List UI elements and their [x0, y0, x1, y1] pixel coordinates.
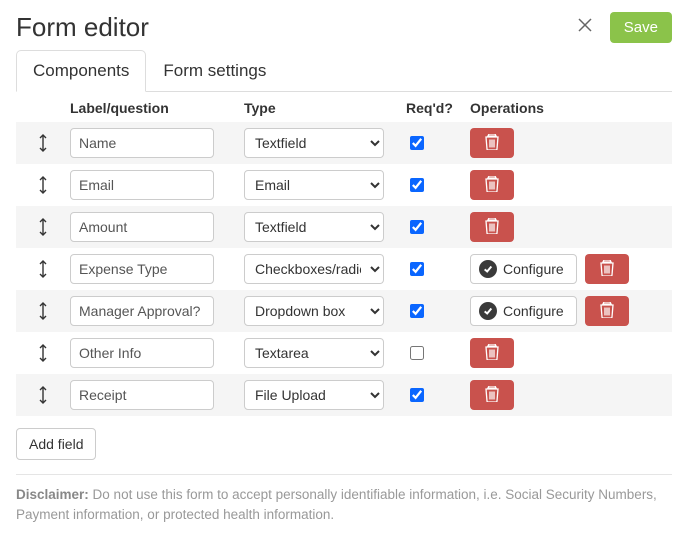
delete-button[interactable] — [470, 170, 514, 200]
drag-handle-icon[interactable] — [16, 259, 70, 279]
delete-button[interactable] — [470, 212, 514, 242]
divider — [16, 474, 672, 475]
type-select[interactable]: TextfieldEmailTextareaCheckboxes/radiosD… — [244, 128, 384, 158]
label-input[interactable] — [70, 338, 214, 368]
drag-handle-icon[interactable] — [16, 217, 70, 237]
delete-button[interactable] — [470, 338, 514, 368]
type-select[interactable]: TextfieldEmailTextareaCheckboxes/radiosD… — [244, 380, 384, 410]
check-circle-icon — [479, 260, 497, 278]
type-select[interactable]: TextfieldEmailTextareaCheckboxes/radiosD… — [244, 296, 384, 326]
add-field-button[interactable]: Add field — [16, 428, 96, 460]
drag-handle-icon[interactable] — [16, 301, 70, 321]
configure-label: Configure — [503, 261, 564, 277]
disclaimer-label: Disclaimer: — [16, 487, 89, 502]
table-row: TextfieldEmailTextareaCheckboxes/radiosD… — [16, 332, 672, 374]
required-checkbox[interactable] — [410, 136, 424, 150]
delete-button[interactable] — [585, 254, 629, 284]
type-select[interactable]: TextfieldEmailTextareaCheckboxes/radiosD… — [244, 254, 384, 284]
configure-label: Configure — [503, 303, 564, 319]
tab-components[interactable]: Components — [16, 50, 146, 92]
drag-handle-icon[interactable] — [16, 343, 70, 363]
required-checkbox[interactable] — [410, 388, 424, 402]
rows-container: TextfieldEmailTextareaCheckboxes/radiosD… — [16, 122, 672, 416]
col-header-reqd: Req'd? — [406, 100, 470, 116]
close-button[interactable] — [572, 15, 598, 41]
trash-icon — [600, 260, 614, 279]
label-input[interactable] — [70, 296, 214, 326]
page-title: Form editor — [16, 12, 149, 43]
delete-button[interactable] — [470, 380, 514, 410]
type-select[interactable]: TextfieldEmailTextareaCheckboxes/radiosD… — [244, 170, 384, 200]
required-checkbox[interactable] — [410, 262, 424, 276]
drag-handle-icon[interactable] — [16, 133, 70, 153]
disclaimer-text: Do not use this form to accept personall… — [16, 487, 657, 522]
label-input[interactable] — [70, 212, 214, 242]
trash-icon — [485, 386, 499, 405]
close-icon — [577, 17, 593, 38]
table-row: TextfieldEmailTextareaCheckboxes/radiosD… — [16, 164, 672, 206]
type-select[interactable]: TextfieldEmailTextareaCheckboxes/radiosD… — [244, 212, 384, 242]
col-header-ops: Operations — [470, 100, 672, 116]
col-header-label: Label/question — [70, 100, 244, 116]
required-checkbox[interactable] — [410, 304, 424, 318]
table-row: TextfieldEmailTextareaCheckboxes/radiosD… — [16, 206, 672, 248]
required-checkbox[interactable] — [410, 178, 424, 192]
label-input[interactable] — [70, 254, 214, 284]
tabs: Components Form settings — [16, 49, 672, 92]
col-header-type: Type — [244, 100, 406, 116]
drag-handle-icon[interactable] — [16, 385, 70, 405]
configure-button[interactable]: Configure — [470, 296, 577, 326]
label-input[interactable] — [70, 128, 214, 158]
tab-form-settings[interactable]: Form settings — [146, 50, 283, 92]
delete-button[interactable] — [585, 296, 629, 326]
table-row: TextfieldEmailTextareaCheckboxes/radiosD… — [16, 290, 672, 332]
delete-button[interactable] — [470, 128, 514, 158]
save-button[interactable]: Save — [610, 12, 672, 43]
type-select[interactable]: TextfieldEmailTextareaCheckboxes/radiosD… — [244, 338, 384, 368]
trash-icon — [485, 134, 499, 153]
required-checkbox[interactable] — [410, 220, 424, 234]
trash-icon — [485, 344, 499, 363]
table-row: TextfieldEmailTextareaCheckboxes/radiosD… — [16, 122, 672, 164]
columns-header: Label/question Type Req'd? Operations — [16, 92, 672, 122]
configure-button[interactable]: Configure — [470, 254, 577, 284]
table-row: TextfieldEmailTextareaCheckboxes/radiosD… — [16, 248, 672, 290]
required-checkbox[interactable] — [410, 346, 424, 360]
table-row: TextfieldEmailTextareaCheckboxes/radiosD… — [16, 374, 672, 416]
trash-icon — [485, 176, 499, 195]
trash-icon — [600, 302, 614, 321]
trash-icon — [485, 218, 499, 237]
check-circle-icon — [479, 302, 497, 320]
label-input[interactable] — [70, 170, 214, 200]
drag-handle-icon[interactable] — [16, 175, 70, 195]
label-input[interactable] — [70, 380, 214, 410]
